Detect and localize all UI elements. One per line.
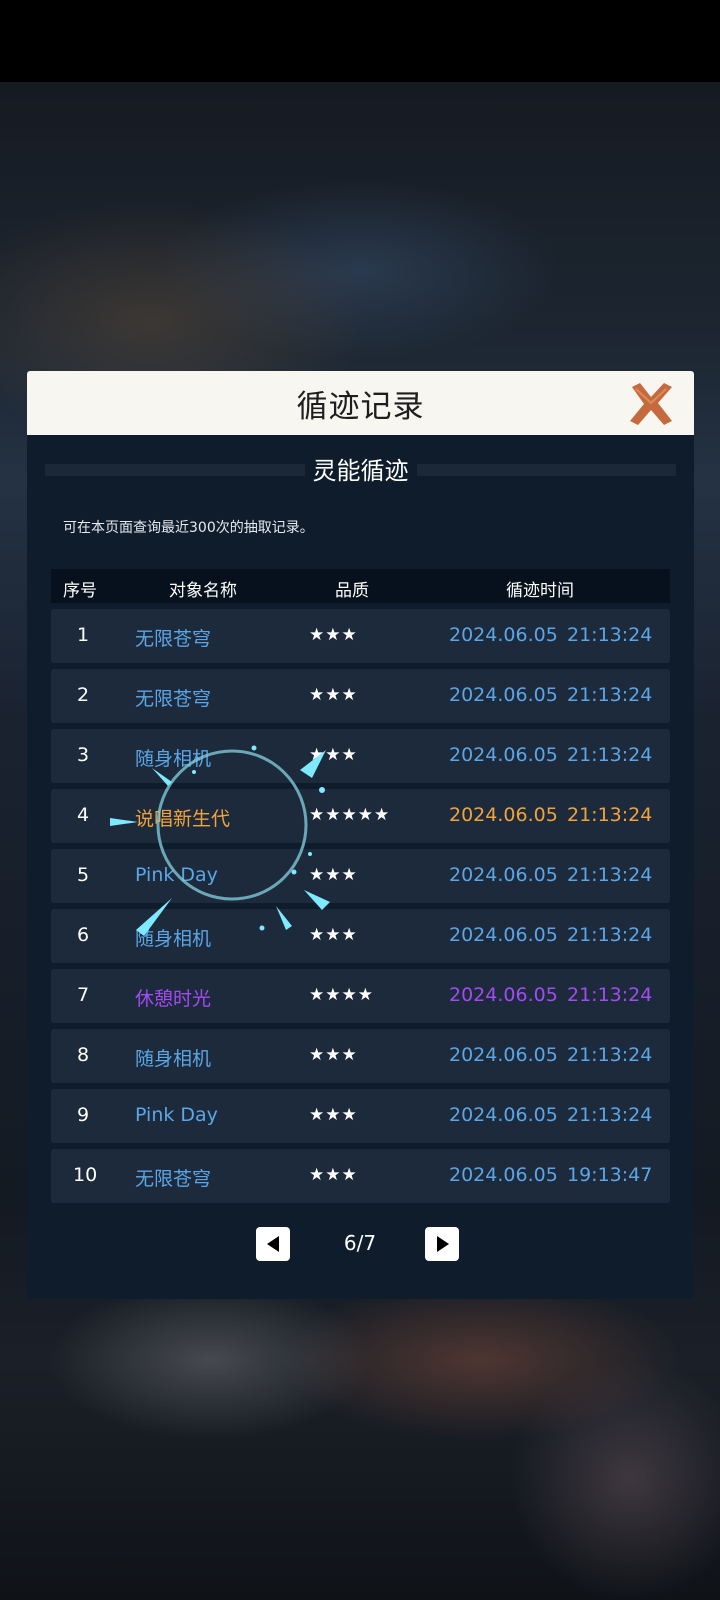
row-stars: ★★★ [309, 685, 358, 705]
row-name: 说唱新生代 [135, 808, 231, 830]
prev-page-button[interactable] [256, 1227, 290, 1261]
row-date: 2024.06.05 [449, 924, 558, 946]
row-name: 随身相机 [135, 928, 212, 950]
row-date: 2024.06.05 [449, 1104, 558, 1126]
row-date: 2024.06.05 [449, 984, 558, 1006]
row-time: 21:13:24 [567, 684, 653, 706]
row-name: 无限苍穹 [135, 628, 212, 650]
row-stars: ★★★ [309, 925, 358, 945]
table-header: 序号 对象名称 品质 循迹时间 [51, 569, 670, 603]
row-no: 3 [76, 744, 90, 766]
row-stars: ★★★★★ [309, 805, 391, 825]
row-time: 21:13:24 [567, 924, 653, 946]
status-bar-area [0, 0, 720, 82]
row-time: 21:13:24 [567, 1104, 653, 1126]
row-stars: ★★★★ [309, 985, 374, 1005]
row-time: 21:13:24 [567, 804, 653, 826]
row-no: 5 [76, 864, 90, 886]
header-time: 循迹时间 [506, 581, 574, 601]
draw-history-dialog: 循迹记录 灵能循迹 可在本页面查询最近300次的抽取记录。 序号 对象名称 品质… [27, 371, 694, 1299]
row-no: 2 [76, 684, 90, 706]
row-date: 2024.06.05 [449, 1164, 558, 1186]
dialog-header: 循迹记录 [27, 371, 694, 435]
page-indicator: 6/7 [343, 1231, 377, 1255]
row-name: Pink Day [135, 864, 218, 886]
close-button[interactable] [626, 379, 676, 429]
row-no: 1 [76, 624, 90, 646]
table-row: 3 随身相机 ★★★ 2024.06.05 21:13:24 [51, 729, 670, 783]
triangle-left-icon [267, 1236, 279, 1252]
row-no: 9 [76, 1104, 90, 1126]
header-quality: 品质 [335, 581, 369, 601]
row-no: 4 [76, 804, 90, 826]
triangle-right-icon [437, 1236, 449, 1252]
row-stars: ★★★ [309, 1165, 358, 1185]
row-stars: ★★★ [309, 625, 358, 645]
row-stars: ★★★ [309, 865, 358, 885]
dialog-title: 循迹记录 [296, 388, 425, 425]
row-time: 21:13:24 [567, 864, 653, 886]
table-row: 8 随身相机 ★★★ 2024.06.05 21:13:24 [51, 1029, 670, 1083]
row-date: 2024.06.05 [449, 744, 558, 766]
row-name: Pink Day [135, 1104, 218, 1126]
row-time: 21:13:24 [567, 624, 653, 646]
row-time: 21:13:24 [567, 1044, 653, 1066]
row-time: 19:13:47 [567, 1164, 653, 1186]
row-no: 10 [73, 1164, 98, 1186]
row-no: 8 [76, 1044, 90, 1066]
header-name: 对象名称 [169, 581, 237, 601]
row-time: 21:13:24 [567, 984, 653, 1006]
pagination: 6/7 [27, 1227, 694, 1261]
row-date: 2024.06.05 [449, 624, 558, 646]
row-time: 21:13:24 [567, 744, 653, 766]
next-page-button[interactable] [425, 1227, 459, 1261]
row-name: 无限苍穹 [135, 688, 212, 710]
row-name: 休憩时光 [135, 988, 212, 1010]
row-date: 2024.06.05 [449, 864, 558, 886]
table-row: 5 Pink Day ★★★ 2024.06.05 21:13:24 [51, 849, 670, 903]
row-date: 2024.06.05 [449, 1044, 558, 1066]
table-row: 10 无限苍穹 ★★★ 2024.06.05 19:13:47 [51, 1149, 670, 1203]
row-no: 7 [76, 984, 90, 1006]
row-name: 无限苍穹 [135, 1168, 212, 1190]
row-stars: ★★★ [309, 745, 358, 765]
table-row: 1 无限苍穹 ★★★ 2024.06.05 21:13:24 [51, 609, 670, 663]
row-stars: ★★★ [309, 1105, 358, 1125]
row-date: 2024.06.05 [449, 804, 558, 826]
table-row: 9 Pink Day ★★★ 2024.06.05 21:13:24 [51, 1089, 670, 1143]
row-name: 随身相机 [135, 1048, 212, 1070]
table-row: 2 无限苍穹 ★★★ 2024.06.05 21:13:24 [51, 669, 670, 723]
table-row: 6 随身相机 ★★★ 2024.06.05 21:13:24 [51, 909, 670, 963]
table-row: 4 说唱新生代 ★★★★★ 2024.06.05 21:13:24 [51, 789, 670, 843]
table-row: 7 休憩时光 ★★★★ 2024.06.05 21:13:24 [51, 969, 670, 1023]
close-x-icon [630, 383, 672, 425]
row-no: 6 [76, 924, 90, 946]
header-no: 序号 [63, 581, 97, 601]
history-note: 可在本页面查询最近300次的抽取记录。 [63, 520, 314, 536]
row-name: 随身相机 [135, 748, 212, 770]
row-date: 2024.06.05 [449, 684, 558, 706]
row-stars: ★★★ [309, 1045, 358, 1065]
pool-subtitle: 灵能循迹 [27, 451, 694, 486]
